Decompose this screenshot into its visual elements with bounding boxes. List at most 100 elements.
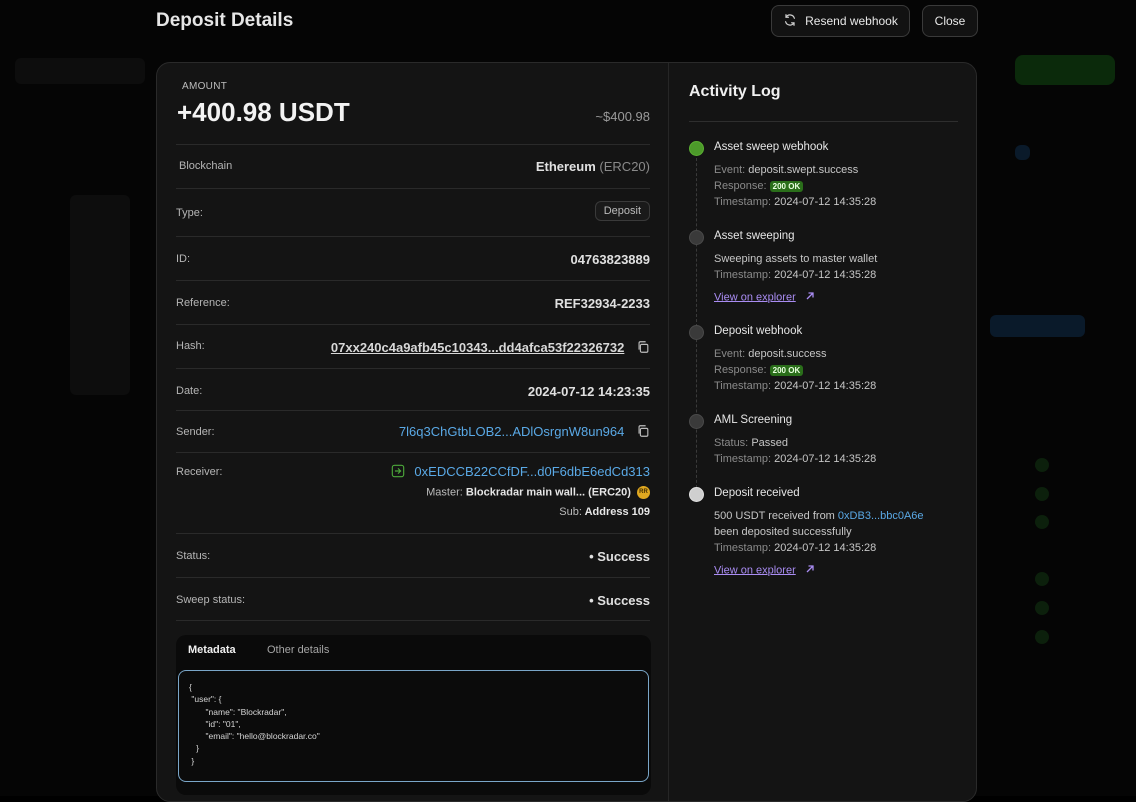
status-dot: [689, 141, 704, 156]
timestamp-value: 2024-07-12 14:35:28: [774, 269, 877, 281]
amount-value: +400.98 USDT: [177, 97, 350, 127]
detail-row-receiver: Receiver: 0xEDCCB22CCfDF...d0F6dbE6edCd3…: [176, 452, 650, 533]
activity-event: Asset sweep webhook Event: deposit.swept…: [689, 141, 959, 211]
id-value: 04763823889: [570, 252, 650, 267]
background-dot: [1035, 515, 1049, 529]
detail-row-blockchain: Blockchain Ethereum (ERC20): [176, 144, 650, 188]
event-name: Deposit received: [714, 487, 800, 499]
details-panel: AMOUNT +400.98 USDT ~$400.98 Blockchain …: [157, 63, 669, 801]
copy-icon[interactable]: [636, 340, 650, 357]
detail-row-sweep-status: Sweep status: • Success: [176, 577, 650, 621]
event-name: AML Screening: [714, 414, 793, 426]
view-on-explorer-link[interactable]: View on explorer: [714, 564, 815, 577]
divider: [689, 121, 958, 122]
timestamp-line: Timestamp: 2024-07-12 14:35:28: [714, 453, 876, 465]
master-value: Blockradar main wall... (ERC20): [465, 486, 631, 499]
event-name: Asset sweep webhook: [714, 141, 829, 153]
metadata-json[interactable]: { "user": { "name": "Blockradar", "id": …: [178, 670, 649, 782]
timestamp-label: Timestamp:: [714, 542, 772, 554]
arrow-in-icon: [391, 464, 405, 481]
receiver-address-link[interactable]: 0xEDCCB22CCfDF...d0F6dbE6edCd313: [414, 464, 650, 479]
sub-label: Sub:: [559, 506, 582, 518]
hash-link[interactable]: 07xx240c4a9afb45c10343...dd4afca53f22326…: [331, 340, 624, 355]
sweep-status-value: • Success: [589, 593, 650, 608]
hash-label: Hash:: [176, 340, 205, 352]
type-label: Type:: [176, 207, 203, 219]
background-button: [1015, 55, 1115, 85]
event-label: Event:: [714, 348, 746, 360]
timestamp-label: Timestamp:: [714, 196, 772, 208]
activity-log-panel: Activity Log Asset sweep webhook Event: …: [669, 63, 976, 801]
response-line: Response: 200 OK: [714, 180, 804, 192]
background-dot: [1035, 601, 1049, 615]
timestamp-value: 2024-07-12 14:35:28: [774, 380, 877, 392]
status-dot: [689, 230, 704, 245]
response-badge: 200 OK: [769, 180, 804, 192]
detail-row-reference: Reference: REF32934-2233: [176, 280, 650, 324]
timestamp-value: 2024-07-12 14:35:28: [774, 542, 877, 554]
timestamp-line: Timestamp: 2024-07-12 14:35:28: [714, 542, 876, 554]
status-line: Status: Passed: [714, 437, 788, 449]
detail-row-date: Date: 2024-07-12 14:23:35: [176, 368, 650, 410]
timestamp-line: Timestamp: 2024-07-12 14:35:28: [714, 196, 876, 208]
event-line: Event: deposit.success: [714, 348, 827, 360]
response-label: Response:: [714, 180, 767, 192]
detail-row-sender: Sender: 7l6q3ChGtbLOB2...ADlOsrgnW8un964: [176, 410, 650, 452]
tab-other-details[interactable]: Other details: [267, 644, 329, 656]
date-value: 2024-07-12 14:23:35: [527, 384, 650, 399]
sub-value: Address 109: [584, 506, 650, 518]
hash-value: 07xx240c4a9afb45c10343...dd4afca53f22326…: [331, 340, 650, 357]
event-description-cont: been deposited successfully: [714, 526, 852, 538]
reference-value: REF32934-2233: [554, 296, 650, 311]
timestamp-value: 2024-07-12 14:35:28: [774, 196, 877, 208]
receiver-value: 0xEDCCB22CCfDF...d0F6dbE6edCd313: [391, 464, 650, 481]
detail-row-status: Status: • Success: [176, 533, 650, 577]
master-wallet-badge: RR: [637, 486, 650, 499]
status-value: • Success: [589, 549, 650, 564]
event-name: Deposit webhook: [714, 325, 803, 337]
external-link-icon: [805, 291, 815, 304]
status-dot: [689, 414, 704, 429]
timestamp-label: Timestamp:: [714, 453, 772, 465]
resend-webhook-button[interactable]: Resend webhook: [771, 5, 910, 37]
background-dot: [1035, 487, 1049, 501]
response-label: Response:: [714, 364, 767, 376]
master-wallet: Master: Blockradar main wall... (ERC20) …: [426, 486, 650, 499]
sweep-status-label: Sweep status:: [176, 594, 246, 606]
sender-address-link[interactable]: 0xDB3...bbc0A6e: [838, 510, 924, 522]
activity-event: Deposit webhook Event: deposit.success R…: [689, 325, 959, 395]
metadata-panel: Metadata Other details { "user": { "name…: [176, 635, 651, 795]
event-value: deposit.swept.success: [748, 164, 859, 176]
copy-icon[interactable]: [636, 424, 650, 441]
detail-row-hash: Hash: 07xx240c4a9afb45c10343...dd4afca53…: [176, 324, 650, 368]
activity-event: AML Screening Status: Passed Timestamp: …: [689, 414, 959, 469]
background-dot: [1035, 572, 1049, 586]
view-on-explorer-link[interactable]: View on explorer: [714, 291, 815, 304]
sender-address-link[interactable]: 7l6q3ChGtbLOB2...ADlOsrgnW8un964: [399, 424, 624, 439]
background-block: [1015, 145, 1030, 160]
timestamp-line: Timestamp: 2024-07-12 14:35:28: [714, 380, 876, 392]
receiver-label: Receiver:: [176, 466, 223, 478]
status-label: Status:: [176, 550, 211, 562]
sender-value: 7l6q3ChGtbLOB2...ADlOsrgnW8un964: [399, 424, 650, 441]
date-label: Date:: [176, 385, 203, 397]
type-badge: Deposit: [594, 201, 650, 221]
tab-metadata[interactable]: Metadata: [188, 644, 236, 656]
timestamp-value: 2024-07-12 14:35:28: [774, 453, 877, 465]
response-line: Response: 200 OK: [714, 364, 804, 376]
blockchain-label: Blockchain: [179, 160, 233, 172]
type-value: Deposit: [594, 201, 650, 221]
background-block: [70, 195, 130, 395]
id-label: ID:: [176, 253, 191, 265]
timestamp-label: Timestamp:: [714, 269, 772, 281]
status-dot: [689, 325, 704, 340]
timestamp-label: Timestamp:: [714, 380, 772, 392]
blockchain-value: Ethereum (ERC20): [536, 159, 650, 174]
reference-label: Reference:: [176, 297, 230, 309]
status-value: Passed: [751, 437, 789, 449]
event-name: Asset sweeping: [714, 230, 795, 242]
close-button[interactable]: Close: [922, 5, 978, 37]
sub-wallet: Sub: Address 109: [559, 506, 650, 518]
amount-usd: ~$400.98: [595, 109, 650, 124]
external-link-icon: [805, 564, 815, 577]
